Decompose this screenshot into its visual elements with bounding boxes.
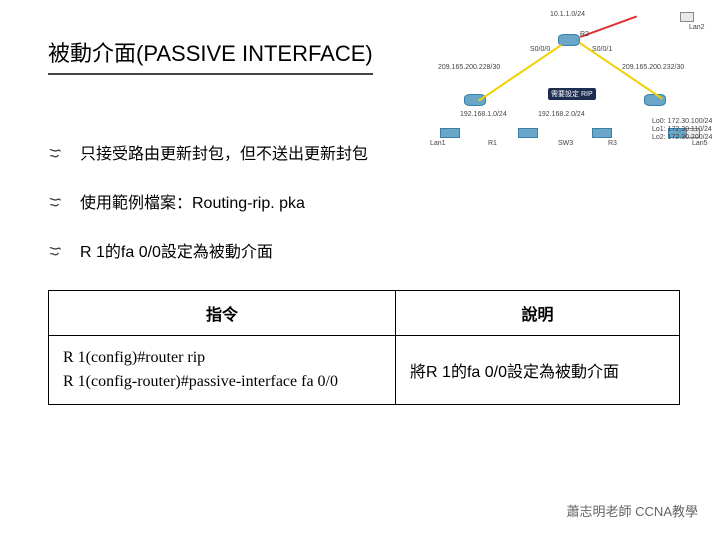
- diagram-label: SW3: [558, 140, 573, 147]
- command-cell: R 1(config)#router rip R 1(config-router…: [49, 335, 396, 404]
- pc-icon: [680, 12, 694, 22]
- network-topology-diagram: 10.1.1.0/24 Lan2 S0/0/0 R2 S0/0/1 209.16…: [430, 6, 710, 156]
- diagram-label: S0/0/1: [592, 46, 612, 53]
- diagram-label: Lan5: [692, 140, 708, 147]
- list-item: R 1的fa 0/0設定為被動介面: [48, 241, 680, 268]
- diagram-label: 192.168.1.0/24: [460, 111, 507, 118]
- diagram-label: Lan1: [430, 140, 446, 147]
- table-row: R 1(config)#router rip R 1(config-router…: [49, 335, 680, 404]
- command-table: 指令 說明 R 1(config)#router rip R 1(config-…: [48, 290, 680, 405]
- switch-icon: [440, 128, 460, 138]
- bullet-text: 使用範例檔案：Routing-rip. pka: [80, 192, 305, 216]
- diagram-label: Lan2: [689, 24, 705, 31]
- diagram-label: 需要設定 RIP: [548, 88, 596, 100]
- diagram-label: 209.165.200.232/30: [622, 64, 684, 71]
- bullet-icon: [48, 146, 66, 170]
- bullet-text: 只接受路由更新封包，但不送出更新封包: [80, 143, 368, 167]
- switch-icon: [592, 128, 612, 138]
- switch-icon: [518, 128, 538, 138]
- table-header-command: 指令: [49, 290, 396, 335]
- diagram-label: Lo2: 172.30.200/24: [652, 134, 712, 141]
- bullet-icon: [48, 244, 66, 268]
- bullet-icon: [48, 195, 66, 219]
- diagram-label: 10.1.1.0/24: [550, 11, 585, 18]
- footer-credit: 蕭志明老師 CCNA教學: [567, 501, 698, 520]
- list-item: 使用範例檔案：Routing-rip. pka: [48, 192, 680, 219]
- table-row: 指令 說明: [49, 290, 680, 335]
- table-header-explain: 說明: [396, 290, 680, 335]
- explain-cell: 將R 1的fa 0/0設定為被動介面: [396, 335, 680, 404]
- bullet-list: 只接受路由更新封包，但不送出更新封包 使用範例檔案：Routing-rip. p…: [48, 143, 680, 268]
- router-r3-icon: [644, 94, 666, 106]
- diagram-label: R1: [488, 140, 497, 147]
- diagram-label: 209.165.200.228/30: [438, 64, 500, 71]
- page-title: 被動介面(PASSIVE INTERFACE): [48, 40, 373, 75]
- diagram-label: S0/0/0: [530, 46, 550, 53]
- diagram-label: R2: [580, 31, 589, 38]
- diagram-label: R3: [608, 140, 617, 147]
- diagram-label: 192.168.2.0/24: [538, 111, 585, 118]
- diagram-label: Lo0: 172.30.100/24: [652, 118, 712, 125]
- bullet-text: R 1的fa 0/0設定為被動介面: [80, 241, 273, 265]
- diagram-label: Lo1: 172.30.110/24: [652, 126, 712, 133]
